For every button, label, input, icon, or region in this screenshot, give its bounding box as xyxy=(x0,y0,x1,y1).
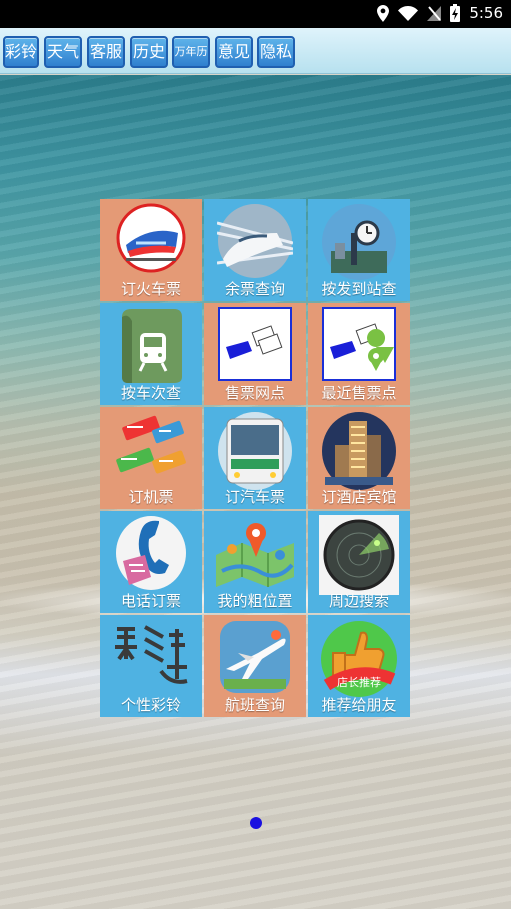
grid-item-nearest-outlet[interactable]: 最近售票点 xyxy=(308,303,410,405)
top-toolbar: 彩铃 天气 客服 历史 万年历 意见 隐私 xyxy=(0,28,511,74)
grid-item-label: 订火车票 xyxy=(120,280,181,298)
grid-item-label: 周边搜索 xyxy=(328,592,389,610)
grid-item-recommend-friends[interactable]: 店长推荐 推荐给朋友 xyxy=(308,615,410,717)
air-ticket-icon xyxy=(116,415,186,474)
station-clock-icon xyxy=(322,204,396,280)
grid-item-my-location[interactable]: 我的粗位置 xyxy=(204,511,306,613)
grid-item-query-by-station[interactable]: 按发到站查 xyxy=(308,199,410,301)
grid-item-label: 订机票 xyxy=(128,488,174,506)
wifi-icon xyxy=(398,5,419,21)
grid-item-remaining-tickets[interactable]: 余票查询 xyxy=(204,199,306,301)
no-signal-icon xyxy=(427,5,442,21)
ticket-location-icon xyxy=(322,307,396,381)
ringtone-icon xyxy=(115,625,188,684)
thumbs-up-icon: 店长推荐 xyxy=(321,621,397,697)
feedback-button[interactable]: 意见 xyxy=(215,36,253,68)
grid-item-book-hotel[interactable]: 订酒店宾馆 xyxy=(308,407,410,509)
grid-item-label: 按车次查 xyxy=(120,384,181,402)
grid-item-label: 按发到站查 xyxy=(321,280,397,298)
grid-item-book-bus-ticket[interactable]: 订汽车票 xyxy=(204,407,306,509)
privacy-button[interactable]: 隐私 xyxy=(257,36,295,68)
grid-item-book-train-ticket[interactable]: 订火车票 xyxy=(100,199,202,301)
hotel-icon xyxy=(322,412,396,490)
radar-icon xyxy=(319,515,399,595)
grid-item-phone-booking[interactable]: 电话订票 xyxy=(100,511,202,613)
seal-text: 店长推荐 xyxy=(337,675,381,689)
grid-item-label: 订汽车票 xyxy=(224,488,285,506)
grid-item-label: 航班查询 xyxy=(224,696,285,714)
bus-icon xyxy=(218,412,292,490)
status-time: 5:56 xyxy=(469,4,503,22)
ringtone-button[interactable]: 彩铃 xyxy=(3,36,39,68)
train-ticket-icon xyxy=(116,203,186,273)
grid-item-label: 个性彩铃 xyxy=(120,696,181,714)
grid-item-label: 推荐给朋友 xyxy=(321,696,397,714)
grid-item-label: 电话订票 xyxy=(120,592,181,610)
grid-item-label: 最近售票点 xyxy=(321,384,397,402)
bullet-train-icon xyxy=(217,204,293,278)
grid-item-label: 余票查询 xyxy=(224,280,285,298)
weather-button[interactable]: 天气 xyxy=(44,36,82,68)
battery-charging-icon xyxy=(450,4,461,22)
feature-grid: 订火车票 余票查询 按发到站查 按车次查 售票网点 最近售票点 订机票 订汽车票… xyxy=(100,199,411,717)
grid-item-flight-query[interactable]: 航班查询 xyxy=(204,615,306,717)
train-front-icon xyxy=(122,309,182,383)
grid-item-label: 订酒店宾馆 xyxy=(321,488,397,506)
phone-icon xyxy=(116,516,186,590)
calendar-button[interactable]: 万年历 xyxy=(172,36,210,68)
grid-item-label: 售票网点 xyxy=(224,384,285,402)
ticket-hand-icon xyxy=(218,307,292,381)
grid-item-personal-ringtone[interactable]: 个性彩铃 xyxy=(100,615,202,717)
history-button[interactable]: 历史 xyxy=(130,36,168,68)
grid-item-book-flight[interactable]: 订机票 xyxy=(100,407,202,509)
map-pin-icon xyxy=(216,523,294,587)
location-icon xyxy=(377,4,390,22)
customer-service-button[interactable]: 客服 xyxy=(87,36,125,68)
grid-item-query-by-train-number[interactable]: 按车次查 xyxy=(100,303,202,405)
status-bar: 5:56 xyxy=(0,0,511,28)
grid-item-nearby-search[interactable]: 周边搜索 xyxy=(308,511,410,613)
grid-item-label: 我的粗位置 xyxy=(217,592,293,610)
grid-item-ticket-outlets[interactable]: 售票网点 xyxy=(204,303,306,405)
airplane-icon xyxy=(220,621,290,693)
page-indicator-dot xyxy=(250,817,262,829)
